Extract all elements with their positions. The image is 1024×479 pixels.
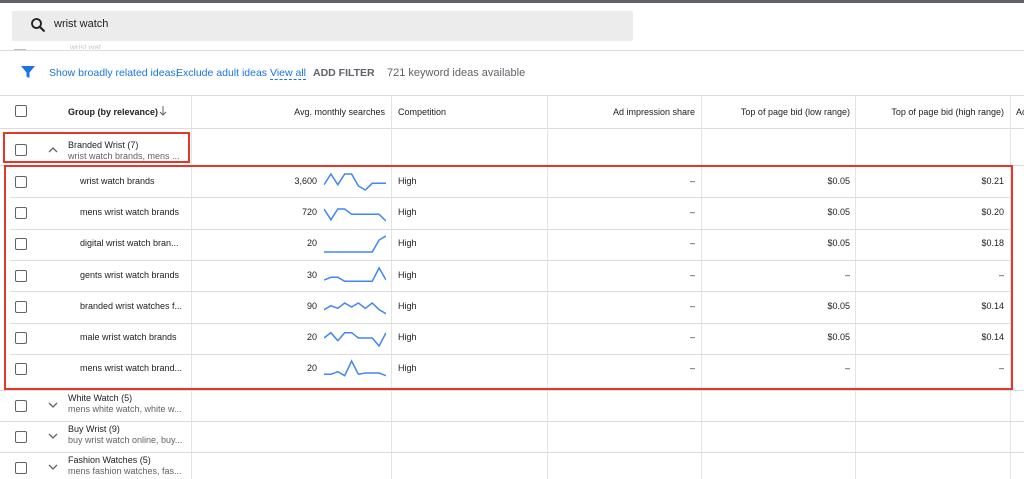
group-name[interactable]: White Watch (5): [68, 393, 132, 403]
column-header-group[interactable]: Group (by relevance): [68, 96, 168, 128]
group-checkbox[interactable]: [15, 431, 27, 443]
group-keywords: mens fashion watches, fas...: [68, 466, 182, 476]
group-checkbox[interactable]: [15, 400, 27, 412]
row-border: [0, 421, 1024, 422]
search-icon: [31, 18, 46, 33]
row-border: [0, 390, 1024, 391]
hidden-row-text: wrist wat...: [70, 43, 108, 49]
search-query: wrist watch: [54, 18, 109, 30]
top-border: [0, 0, 1024, 3]
group-keywords: buy wrist watch online, buy...: [68, 435, 183, 445]
add-filter-button[interactable]: ADD FILTER: [313, 67, 375, 79]
keywords-highlight-box: [4, 165, 1013, 390]
exclude-adult-link[interactable]: Exclude adult ideas: [176, 67, 267, 79]
column-header-bid-low[interactable]: Top of page bid (low range): [702, 96, 850, 128]
filter-icon[interactable]: [21, 66, 35, 79]
divider: [0, 50, 1024, 51]
select-all-checkbox[interactable]: [15, 105, 27, 117]
group-checkbox[interactable]: [15, 462, 27, 474]
broadly-related-link[interactable]: Show broadly related ideas;: [49, 67, 179, 79]
group-highlight-box: [3, 132, 190, 163]
group-keywords: mens white watch, white w...: [68, 404, 182, 414]
column-header-competition[interactable]: Competition: [398, 96, 538, 128]
row-border: [0, 452, 1024, 453]
column-header-searches[interactable]: Avg. monthly searches: [192, 96, 385, 128]
column-header-ad-impression[interactable]: Ad impression share: [548, 96, 695, 128]
group-name[interactable]: Fashion Watches (5): [68, 455, 151, 465]
chevron-down-icon[interactable]: [47, 399, 59, 411]
group-name[interactable]: Buy Wrist (9): [68, 424, 120, 434]
header-bottom-border: [0, 128, 1024, 129]
chevron-down-icon[interactable]: [47, 461, 59, 473]
sort-arrow-icon[interactable]: [159, 106, 167, 116]
keyword-count: 721 keyword ideas available: [387, 67, 526, 79]
column-header-extra[interactable]: Ac: [1016, 96, 1024, 128]
chevron-down-icon[interactable]: [47, 430, 59, 442]
column-header-group-label: Group (by relevance): [68, 107, 159, 117]
column-header-bid-high[interactable]: Top of page bid (high range): [856, 96, 1004, 128]
view-all-link[interactable]: View all: [270, 67, 306, 80]
